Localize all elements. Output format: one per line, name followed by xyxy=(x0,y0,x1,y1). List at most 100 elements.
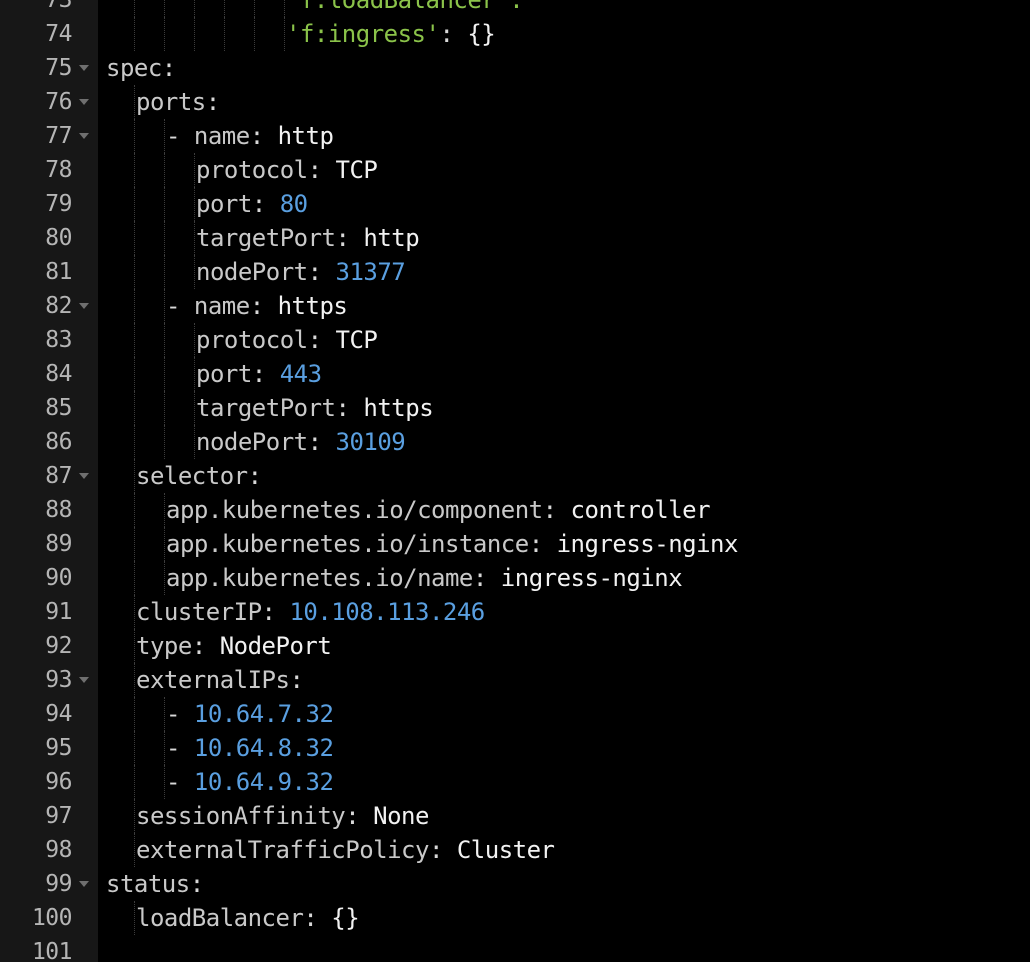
code-line[interactable]: 75 spec: xyxy=(0,51,1030,85)
code-line[interactable]: 96 - 10.64.9.32 xyxy=(0,765,1030,799)
code-line[interactable]: 76 ports: xyxy=(0,85,1030,119)
code-text: protocol: TCP xyxy=(196,323,378,357)
line-number: 93 xyxy=(45,667,72,693)
code-line[interactable]: 83 protocol: TCP xyxy=(0,323,1030,357)
indent-guide xyxy=(164,187,165,221)
code-line[interactable]: 97 sessionAffinity: None xyxy=(0,799,1030,833)
indent-guide xyxy=(164,425,165,459)
yaml-value: {} xyxy=(331,904,360,932)
code-line[interactable]: 82 - name: https xyxy=(0,289,1030,323)
yaml-key: ports xyxy=(136,88,206,116)
yaml-key: selector xyxy=(136,462,248,490)
yaml-punctuation: - xyxy=(166,292,194,320)
yaml-punctuation: : xyxy=(307,258,336,286)
code-line[interactable]: 99 status: xyxy=(0,867,1030,901)
indent-guide xyxy=(284,0,285,17)
line-number: 90 xyxy=(45,565,72,591)
code-line[interactable]: 101 xyxy=(0,935,1030,962)
code-text: port: 443 xyxy=(196,357,322,391)
fold-toggle-icon[interactable] xyxy=(79,99,89,105)
code-line[interactable]: 91 clusterIP: 10.108.113.246 xyxy=(0,595,1030,629)
code-text: app.kubernetes.io/component: controller xyxy=(166,493,711,527)
yaml-value: TCP xyxy=(335,326,378,354)
yaml-punctuation: : xyxy=(542,496,571,524)
code-text: clusterIP: 10.108.113.246 xyxy=(136,595,485,629)
code-line[interactable]: 92 type: NodePort xyxy=(0,629,1030,663)
code-line[interactable]: 88 app.kubernetes.io/component: controlle… xyxy=(0,493,1030,527)
indent-guide xyxy=(134,663,135,697)
line-number: 82 xyxy=(45,293,72,319)
code-line[interactable]: 86 nodePort: 30109 xyxy=(0,425,1030,459)
code-text: targetPort: https xyxy=(196,391,434,425)
code-line[interactable]: 79 port: 80 xyxy=(0,187,1030,221)
code-line[interactable]: 87 selector: xyxy=(0,459,1030,493)
code-line[interactable]: 94 - 10.64.7.32 xyxy=(0,697,1030,731)
indent-guide xyxy=(134,221,135,255)
indent-guide xyxy=(134,595,135,629)
indent-guide xyxy=(164,153,165,187)
indent-guide xyxy=(134,85,135,119)
yaml-key: app.kubernetes.io/component xyxy=(166,496,543,524)
yaml-key: app.kubernetes.io/name xyxy=(166,564,473,592)
code-text: app.kubernetes.io/instance: ingress-ngin… xyxy=(166,527,738,561)
code-line[interactable]: 90 app.kubernetes.io/name: ingress-nginx xyxy=(0,561,1030,595)
yaml-number: 443 xyxy=(279,360,322,388)
yaml-punctuation: : xyxy=(205,88,220,116)
indent-guide xyxy=(164,17,165,51)
code-line[interactable]: 95 - 10.64.8.32 xyxy=(0,731,1030,765)
yaml-number: 10.64.8.32 xyxy=(193,734,334,762)
code-line[interactable]: 100 loadBalancer: {} xyxy=(0,901,1030,935)
yaml-punctuation: : xyxy=(528,530,557,558)
code-line[interactable]: 84 port: 443 xyxy=(0,357,1030,391)
code-line[interactable]: 73 'f:loadBalancer': xyxy=(0,0,1030,17)
indent-guide xyxy=(134,323,135,357)
code-line[interactable]: 78 protocol: TCP xyxy=(0,153,1030,187)
fold-toggle-icon[interactable] xyxy=(79,677,89,683)
code-line[interactable]: 89 app.kubernetes.io/instance: ingress-ng… xyxy=(0,527,1030,561)
indent-guide xyxy=(134,459,135,493)
yaml-key: nodePort xyxy=(196,428,308,456)
code-line[interactable]: 98 externalTrafficPolicy: Cluster xyxy=(0,833,1030,867)
yaml-key: status xyxy=(106,870,190,898)
code-line[interactable]: 74 'f:ingress': {} xyxy=(0,17,1030,51)
line-number: 99 xyxy=(45,871,72,897)
fold-toggle-icon[interactable] xyxy=(79,473,89,479)
line-number: 80 xyxy=(45,225,72,251)
line-number: 91 xyxy=(45,599,72,625)
fold-toggle-icon[interactable] xyxy=(79,881,89,887)
fold-toggle-icon[interactable] xyxy=(79,65,89,71)
indent-guide xyxy=(284,17,285,51)
yaml-punctuation: - xyxy=(166,122,194,150)
indent-guide xyxy=(134,493,135,527)
code-line[interactable]: 93 externalIPs: xyxy=(0,663,1030,697)
indent-guide xyxy=(164,697,165,731)
line-number: 92 xyxy=(45,633,72,659)
indent-guide xyxy=(164,0,165,17)
line-number: 89 xyxy=(45,531,72,557)
indent-guide xyxy=(164,493,165,527)
yaml-punctuation: - xyxy=(166,768,194,796)
indent-guide xyxy=(164,527,165,561)
code-editor[interactable]: 73 'f:loadBalancer': 74 'f:ingress': {} 75 sp… xyxy=(0,0,1030,962)
code-line[interactable]: 77 - name: http xyxy=(0,119,1030,153)
fold-toggle-icon[interactable] xyxy=(79,133,89,139)
code-line[interactable]: 85 targetPort: https xyxy=(0,391,1030,425)
fold-toggle-icon[interactable] xyxy=(79,303,89,309)
yaml-key: externalIPs xyxy=(136,666,290,694)
yaml-value: http xyxy=(363,224,420,252)
yaml-value: https xyxy=(363,394,434,422)
yaml-number: 31377 xyxy=(335,258,406,286)
indent-guide xyxy=(164,119,165,153)
indent-guide xyxy=(194,221,195,255)
yaml-value: None xyxy=(373,802,429,830)
indent-guide xyxy=(164,391,165,425)
indent-guide xyxy=(134,731,135,765)
yaml-key: name xyxy=(193,292,250,320)
yaml-punctuation: : xyxy=(472,564,501,592)
code-line[interactable]: 80 targetPort: http xyxy=(0,221,1030,255)
yaml-number: 10.64.9.32 xyxy=(193,768,334,796)
code-text: - 10.64.7.32 xyxy=(166,697,334,731)
indent-guide xyxy=(224,17,225,51)
code-line[interactable]: 81 nodePort: 31377 xyxy=(0,255,1030,289)
yaml-number: 80 xyxy=(279,190,308,218)
